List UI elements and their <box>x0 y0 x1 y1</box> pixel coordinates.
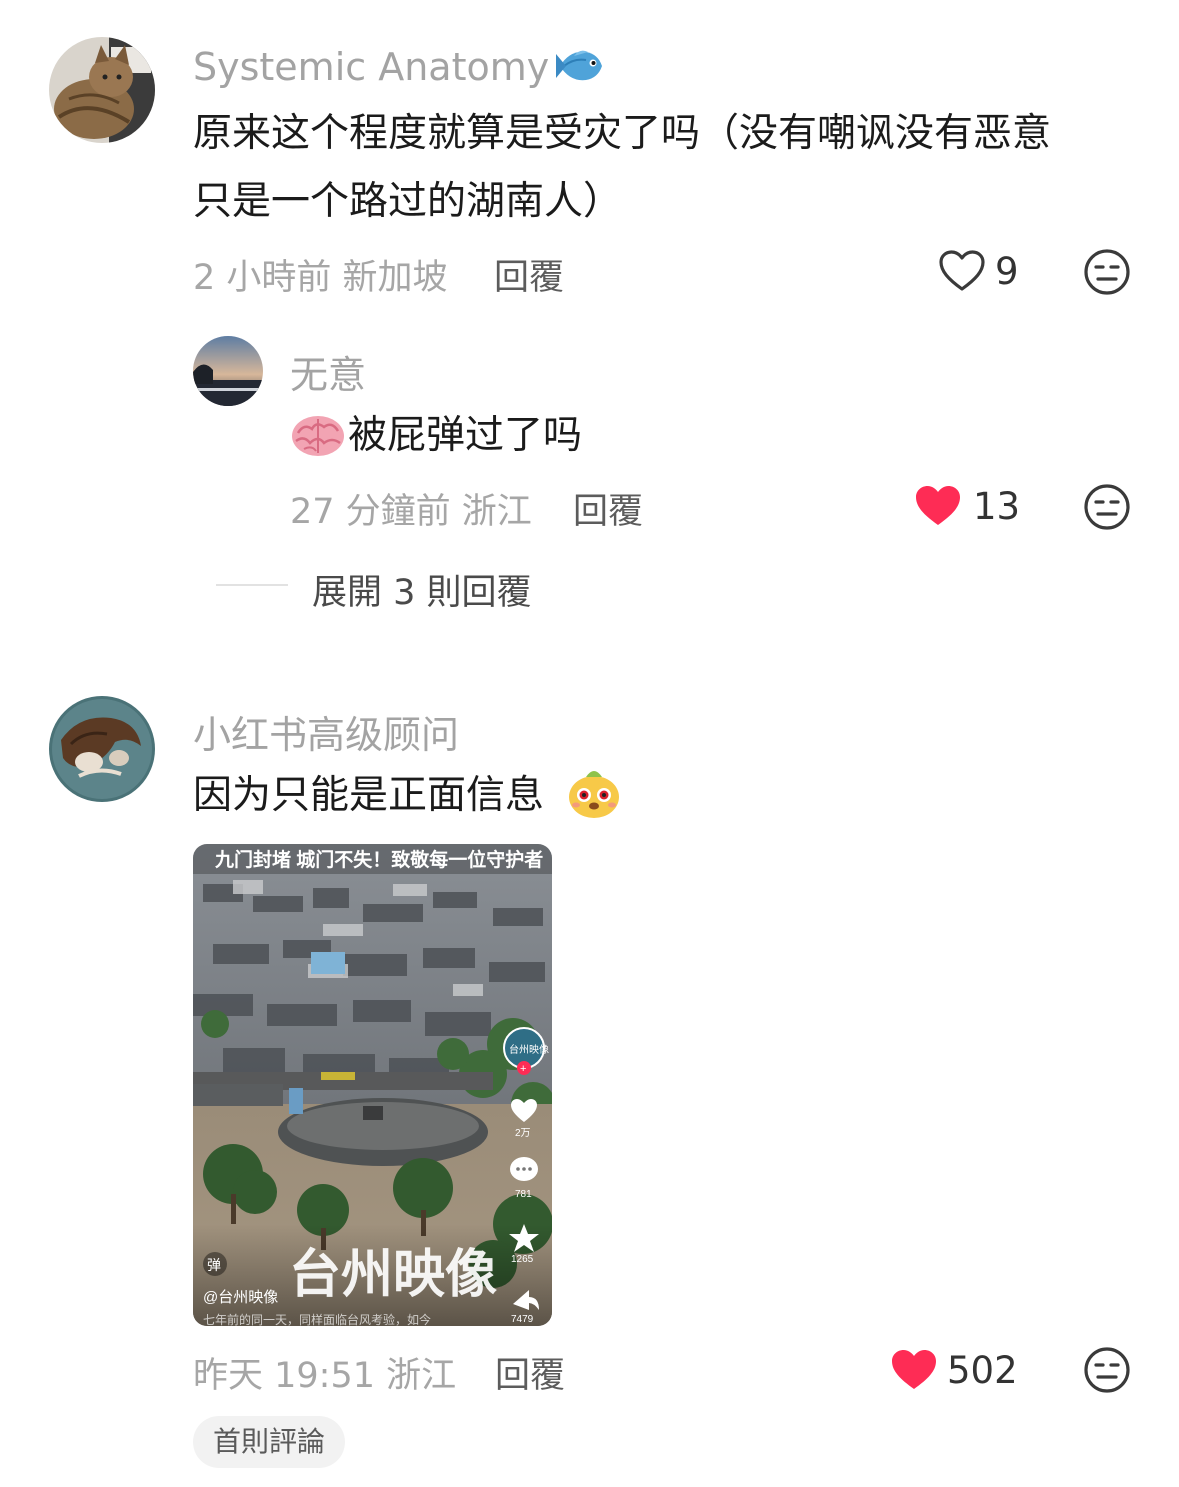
video-bottom-caption: 七年前的同一天，同样面临台风考验，如今 <box>203 1312 431 1326</box>
comment-text: 被屁弹过了吗 <box>348 413 583 458</box>
video-comment-count: 781 <box>515 1189 532 1200</box>
heart-filled-icon[interactable] <box>890 1348 938 1392</box>
video-like-count: 2万 <box>515 1128 531 1139</box>
dog-face-emoji-icon <box>566 765 622 819</box>
username[interactable]: 小红书高级顾问 <box>193 704 459 759</box>
comment-meta: 昨天 19:51 浙江 <box>193 1356 457 1396</box>
dislike-face-icon[interactable] <box>1083 248 1131 296</box>
heart-outline-icon[interactable] <box>938 249 986 293</box>
expand-divider-line <box>216 584 288 586</box>
heart-filled-icon[interactable] <box>914 484 962 528</box>
like-count: 9 <box>995 250 1019 293</box>
video-watermark-title: 台州映像 <box>289 1246 497 1304</box>
video-favorite-count: 1265 <box>511 1254 534 1265</box>
fish-icon <box>554 44 608 88</box>
expand-replies-button[interactable]: 展開 3 則回覆 <box>312 564 532 615</box>
reply-button[interactable]: 回覆 <box>573 483 643 534</box>
danmaku-badge: 弹 <box>207 1257 221 1273</box>
video-share-count: 7479 <box>511 1314 534 1325</box>
comment-text: 原来这个程度就算是受灾了吗（没有嘲讽没有恶意 <box>193 111 1052 156</box>
reply-button[interactable]: 回覆 <box>494 249 564 300</box>
side-avatar-label: 台州映像 <box>509 1043 549 1056</box>
like-count: 13 <box>973 485 1021 528</box>
comment-text: 因为只能是正面信息 <box>193 773 545 818</box>
avatar[interactable] <box>49 37 155 143</box>
avatar[interactable] <box>193 336 263 406</box>
video-account-tag: @台州映像 <box>203 1289 278 1306</box>
username[interactable]: Systemic Anatomy <box>193 45 549 89</box>
brain-icon <box>290 413 346 459</box>
dislike-face-icon[interactable] <box>1083 1346 1131 1394</box>
avatar[interactable] <box>49 696 155 802</box>
svg-text:+: + <box>520 1063 526 1075</box>
like-count: 502 <box>947 1349 1018 1392</box>
video-caption-top: 九门封堵 城门不失！致敬每一位守护者 <box>214 848 543 871</box>
video-thumbnail[interactable]: 九门封堵 城门不失！致敬每一位守护者 台州映像 + 2万 781 1265 74… <box>193 844 552 1326</box>
comment-meta: 2 小時前 新加坡 <box>193 258 448 298</box>
comment-meta: 27 分鐘前 浙江 <box>290 492 532 532</box>
username[interactable]: 无意 <box>290 344 366 399</box>
comment-text: 只是一个路过的湖南人） <box>193 179 623 224</box>
dislike-face-icon[interactable] <box>1083 483 1131 531</box>
reply-button[interactable]: 回覆 <box>495 1347 565 1398</box>
first-comment-badge: 首則評論 <box>193 1416 346 1468</box>
